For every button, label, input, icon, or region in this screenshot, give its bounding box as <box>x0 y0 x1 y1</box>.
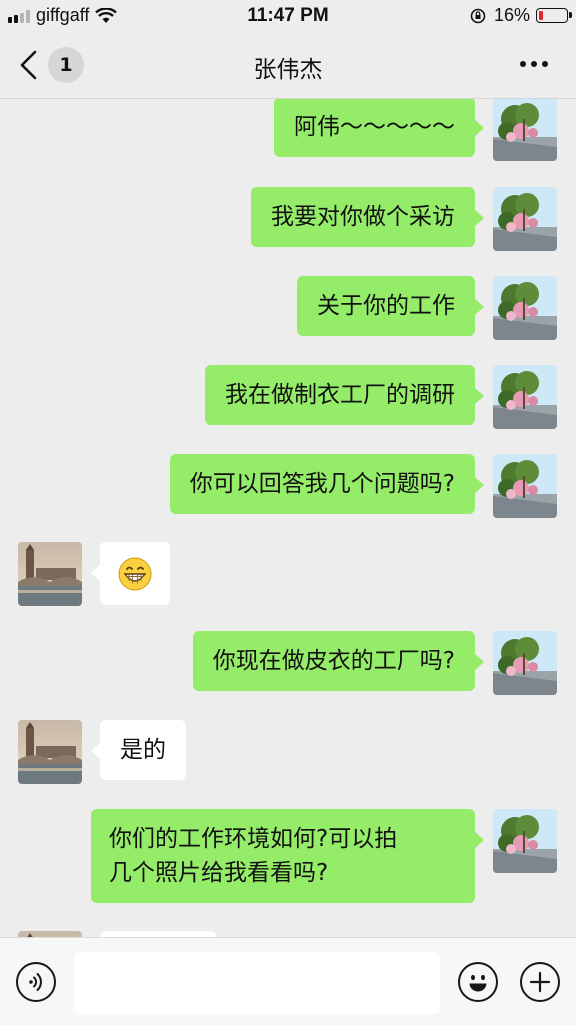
more-button[interactable] <box>520 58 552 70</box>
contact-message-bubble[interactable]: 是的 <box>91 720 186 780</box>
my-avatar[interactable] <box>493 276 557 340</box>
battery-level <box>539 11 543 20</box>
my-message-bubble[interactable]: 我要对你做个采访 <box>251 187 484 247</box>
my-message-bubble[interactable]: 阿伟～～～～～ <box>274 99 484 157</box>
input-bar <box>0 937 576 1025</box>
grinning-face-icon <box>118 557 152 591</box>
contact-message-bubble[interactable] <box>91 542 170 605</box>
voice-icon <box>29 973 42 991</box>
my-avatar[interactable] <box>493 631 557 695</box>
contact-avatar[interactable] <box>18 542 82 606</box>
more-icon <box>520 61 526 67</box>
my-message-bubble[interactable]: 你现在做皮衣的工厂吗? <box>192 631 485 691</box>
emoji-button[interactable] <box>458 962 498 1002</box>
status-right: 16% <box>470 5 572 26</box>
plus-icon <box>529 971 551 993</box>
chat-header: 1 张伟杰 <box>0 32 576 99</box>
my-avatar[interactable] <box>493 809 557 873</box>
my-avatar[interactable] <box>493 99 557 161</box>
contact-avatar[interactable] <box>18 720 82 784</box>
battery-percent: 16% <box>493 5 530 25</box>
my-avatar[interactable] <box>493 187 557 251</box>
my-message-bubble[interactable]: 你可以回答我几个问题吗? <box>169 454 485 514</box>
plus-button[interactable] <box>520 962 560 1002</box>
message-input[interactable] <box>74 952 440 1014</box>
my-avatar[interactable] <box>493 365 557 429</box>
status-bar: giffgaff 11:47 PM 16% <box>0 0 576 32</box>
chat-title: 张伟杰 <box>253 57 323 83</box>
rotation-lock-icon <box>470 8 486 23</box>
message-line: 几个照片给我看看吗? <box>109 860 329 886</box>
emoji-icon <box>469 974 487 992</box>
message-list[interactable]: 阿伟～～～～～ 我要对你做个采访 关于你的工作 我在做制衣工厂的调研 你可以回答… <box>0 99 576 937</box>
my-message-bubble[interactable]: 关于你的工作 <box>297 276 484 336</box>
my-message-bubble[interactable]: 你们的工作环境如何?可以拍 几个照片给我看看吗? <box>91 809 484 903</box>
battery-icon <box>536 8 572 23</box>
my-message-bubble[interactable]: 我在做制衣工厂的调研 <box>205 365 484 425</box>
message-line: 你们的工作环境如何?可以拍 <box>109 826 398 852</box>
voice-button[interactable] <box>16 962 56 1002</box>
my-avatar[interactable] <box>493 454 557 518</box>
